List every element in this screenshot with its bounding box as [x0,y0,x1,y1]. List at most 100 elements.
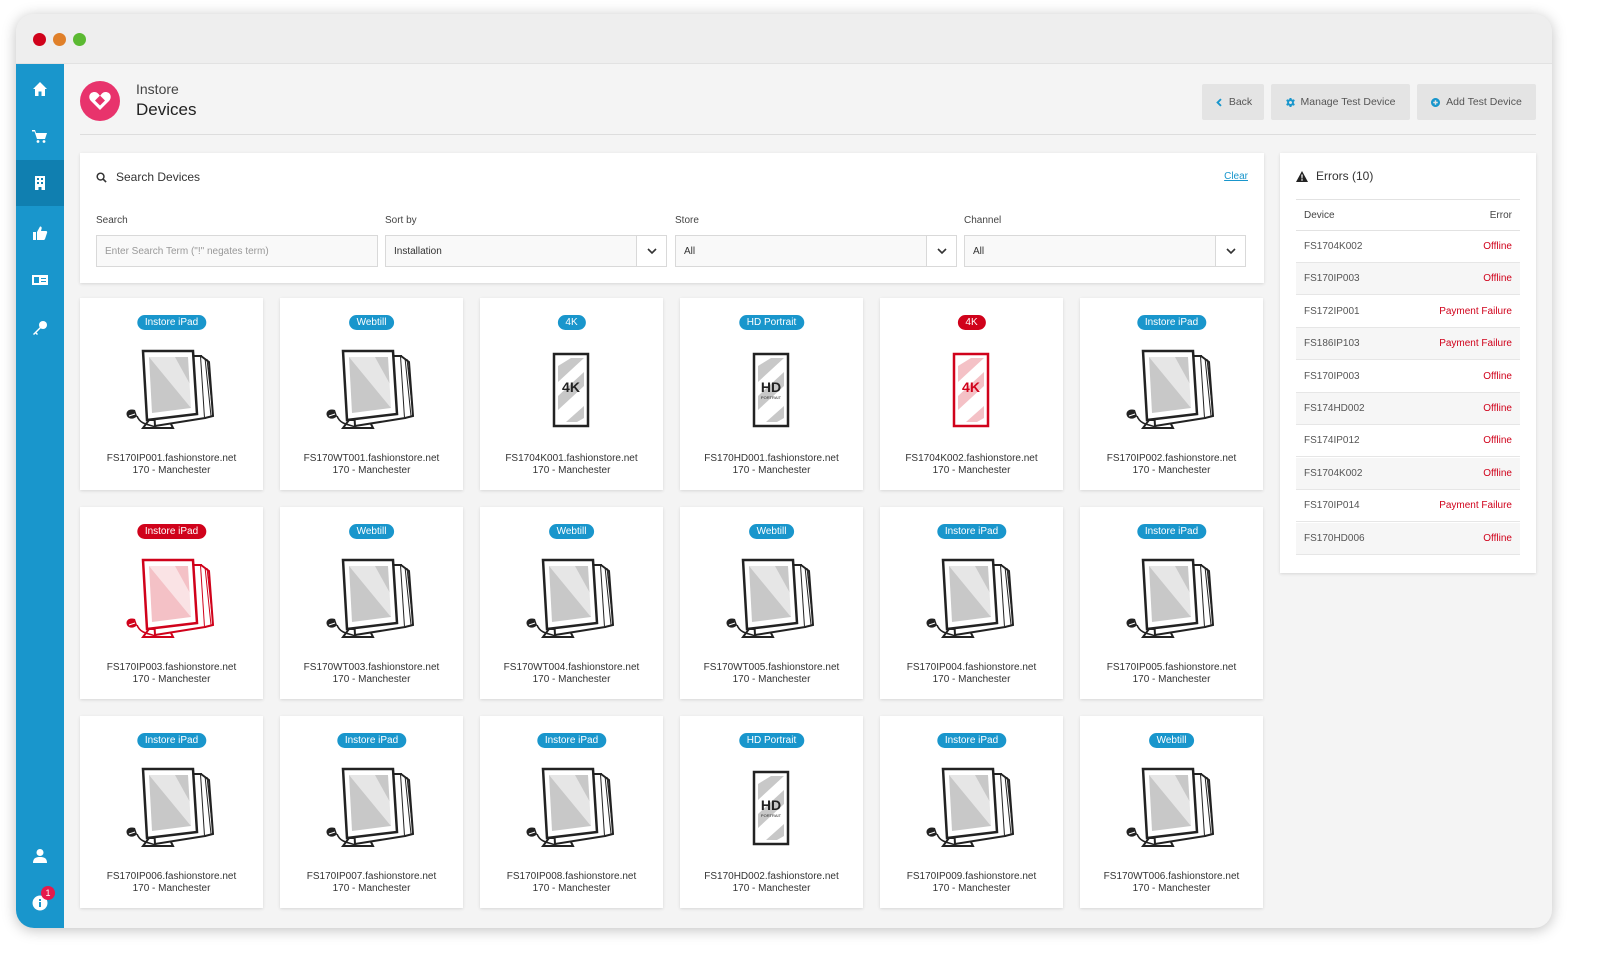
device-type-badge: Webtill [548,524,595,539]
device-store: 170 - Manchester [1132,883,1211,894]
device-card[interactable]: Webtill FS170WT001.fashionstore.net 170 - … [280,298,463,490]
errors-col-device: Device [1304,210,1335,221]
errors-table-header: Device Error [1296,199,1520,231]
device-card[interactable]: HD Portrait HD PORTRAIT FS170HD002.fashions… [680,716,863,908]
back-button[interactable]: Back [1202,84,1264,120]
device-type-badge: Instore iPad [1136,524,1207,539]
nav-orders[interactable] [16,113,64,159]
error-message: Offline [1483,241,1512,252]
error-row[interactable]: FS170HD006 Offline [1296,522,1520,555]
device-hostname: FS1704K002.fashionstore.net [905,453,1038,464]
device-hostname: FS170WT003.fashionstore.net [303,662,440,673]
device-card[interactable]: Webtill FS170WT003.fashionstore.net 170 - … [280,507,463,699]
ipad-terminal-icon [121,555,221,645]
channel-select[interactable]: All [964,235,1246,267]
screen-4k-icon: 4K [921,346,1021,436]
device-hostname: FS170IP003.fashionstore.net [106,662,237,673]
svg-text:PORTRAIT: PORTRAIT [761,395,782,400]
channel-label: Channel [964,215,1002,226]
error-row[interactable]: FS170IP003 Offline [1296,361,1520,393]
nav-home[interactable] [16,66,64,112]
close-window-button[interactable] [33,33,46,46]
nav-customers[interactable] [16,257,64,303]
error-row[interactable]: FS174IP012 Offline [1296,425,1520,458]
error-device-name: FS174IP012 [1304,435,1360,447]
device-hostname: FS170IP008.fashionstore.net [506,871,637,882]
nav-security[interactable] [16,305,64,351]
device-card[interactable]: Instore iPad FS170IP001.fashionstore.net 1… [80,298,263,490]
error-message: Offline [1483,532,1512,544]
ipad-terminal-icon [521,764,621,854]
device-store: 170 - Manchester [732,465,811,476]
device-card[interactable]: Instore iPad FS170IP002.fashionstore.net 1… [1080,298,1263,490]
error-device-name: FS170IP003 [1304,370,1360,382]
ipad-terminal-icon [921,764,1021,854]
device-hostname: FS170IP009.fashionstore.net [906,871,1037,882]
device-hostname: FS170IP002.fashionstore.net [1106,453,1237,464]
screen-hd-portrait-icon: HD PORTRAIT [721,346,821,436]
nav-stores[interactable] [16,160,64,206]
manage-test-device-button[interactable]: Manage Test Device [1271,84,1410,120]
nav-info[interactable]: 1 [16,880,64,926]
device-store: 170 - Manchester [132,465,211,476]
device-hostname: FS170IP006.fashionstore.net [106,871,237,882]
device-card[interactable]: Instore iPad FS170IP008.fashionstore.net 1… [480,716,663,908]
search-label: Search [96,215,128,226]
error-device-name: FS170IP014 [1304,500,1360,512]
maximize-window-button[interactable] [73,33,86,46]
error-row[interactable]: FS1704K002 Offline [1296,457,1520,490]
device-hostname: FS170IP007.fashionstore.net [306,871,437,882]
manage-test-device-label: Manage Test Device [1300,96,1396,108]
device-card[interactable]: Instore iPad FS170IP005.fashionstore.net 1… [1080,507,1263,699]
device-store: 170 - Manchester [132,883,211,894]
device-card[interactable]: Webtill FS170WT005.fashionstore.net 170 - … [680,507,863,699]
device-store: 170 - Manchester [332,883,411,894]
device-card[interactable]: 4K 4K FS1704K001.fashionstore.net 170 - Man… [480,298,663,490]
add-test-device-button[interactable]: Add Test Device [1417,84,1536,120]
ipad-terminal-icon [921,555,1021,645]
device-hostname: FS170WT006.fashionstore.net [1103,871,1240,882]
store-select[interactable]: All [675,235,957,267]
device-card[interactable]: 4K 4K FS1704K002.fashionstore.net 170 - Man… [880,298,1063,490]
device-store: 170 - Manchester [532,465,611,476]
device-card[interactable]: HD Portrait HD PORTRAIT FS170HD001.fashions… [680,298,863,490]
svg-text:4K: 4K [562,379,580,395]
chevron-down-icon [636,236,666,266]
device-card[interactable]: Instore iPad FS170IP003.fashionstore.net 1… [80,507,263,699]
error-row[interactable]: FS172IP001 Payment Failure [1296,296,1520,328]
minimize-window-button[interactable] [53,33,66,46]
device-type-badge: Instore iPad [536,733,607,748]
cart-icon [32,130,47,143]
nav-reviews[interactable] [16,210,64,256]
device-card[interactable]: Instore iPad FS170IP007.fashionstore.net 1… [280,716,463,908]
nav-account[interactable] [16,833,64,879]
sort-select[interactable]: Installation [385,235,667,267]
device-card[interactable]: Instore iPad FS170IP006.fashionstore.net 1… [80,716,263,908]
ipad-terminal-icon [521,555,621,645]
device-store: 170 - Manchester [732,883,811,894]
error-row[interactable]: FS170IP003 Offline [1296,263,1520,296]
error-row[interactable]: FS1704K002 Offline [1296,231,1520,263]
back-button-label: Back [1228,96,1253,108]
search-input[interactable] [105,245,369,257]
error-row[interactable]: FS170IP014 Payment Failure [1296,490,1520,523]
ipad-terminal-icon [321,764,421,854]
device-store: 170 - Manchester [932,883,1011,894]
error-row[interactable]: FS186IP103 Payment Failure [1296,328,1520,361]
device-store: 170 - Manchester [932,674,1011,685]
device-card[interactable]: Instore iPad FS170IP009.fashionstore.net 1… [880,716,1063,908]
error-message: Offline [1483,435,1512,447]
search-icon [96,172,107,183]
device-type-badge: Webtill [348,524,395,539]
clear-filters-link[interactable]: Clear [1224,171,1248,182]
notification-badge: 1 [41,886,55,900]
device-card[interactable]: Instore iPad FS170IP004.fashionstore.net 1… [880,507,1063,699]
device-type-badge: 4K [557,315,586,330]
error-device-name: FS172IP001 [1304,305,1360,317]
error-row[interactable]: FS174HD002 Offline [1296,393,1520,425]
error-message: Payment Failure [1439,500,1512,512]
device-card[interactable]: Webtill FS170WT004.fashionstore.net 170 - … [480,507,663,699]
page-title: Devices [136,100,197,119]
device-store: 170 - Manchester [932,465,1011,476]
device-card[interactable]: Webtill FS170WT006.fashionstore.net 170 - … [1080,716,1263,908]
